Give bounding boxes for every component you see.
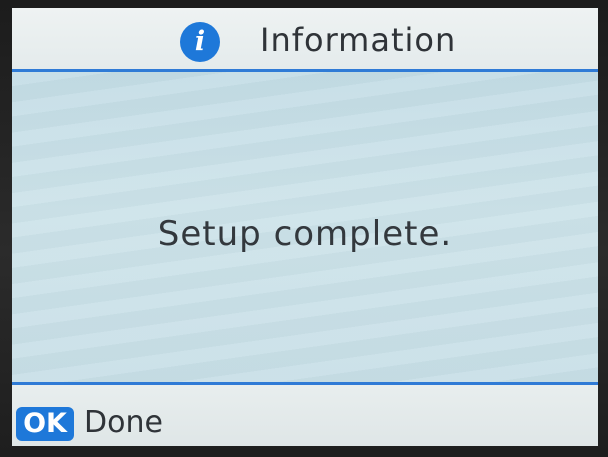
status-message: Setup complete.: [157, 214, 453, 254]
printer-lcd-screen: i Information Setup complete. OK Done: [12, 8, 598, 446]
message-area: Setup complete.: [12, 72, 598, 382]
soft-key-bar: OK Done: [12, 382, 598, 446]
ok-key-button[interactable]: OK: [16, 407, 74, 441]
done-action-label[interactable]: Done: [84, 403, 163, 443]
screen-title: Information: [260, 21, 457, 59]
info-icon: i: [180, 22, 220, 62]
title-bar: i Information: [12, 8, 598, 72]
